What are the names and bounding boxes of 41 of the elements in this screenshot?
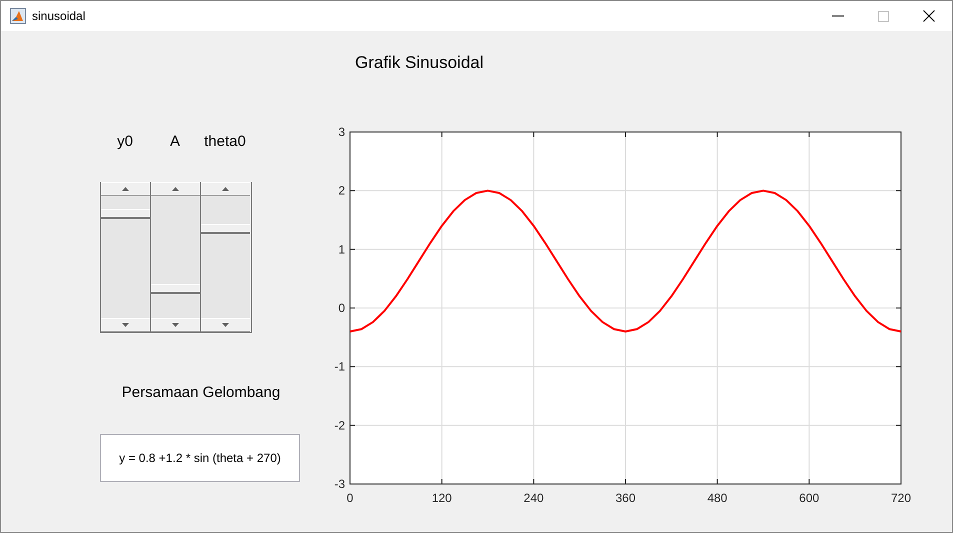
down-arrow-icon <box>122 323 129 327</box>
decrement-button[interactable] <box>101 318 150 332</box>
y-tick-label: -1 <box>334 360 345 374</box>
y-tick-label: 2 <box>338 184 345 198</box>
vertical-slider[interactable] <box>150 182 200 332</box>
slider-thumb[interactable] <box>101 208 150 219</box>
vertical-slider[interactable] <box>100 182 150 332</box>
slider-thumb[interactable] <box>151 284 200 294</box>
vertical-slider[interactable] <box>200 182 250 332</box>
y-tick-label: 1 <box>338 242 345 256</box>
x-tick-label: 600 <box>799 491 820 505</box>
decrement-button[interactable] <box>151 318 200 332</box>
increment-button[interactable] <box>151 182 200 196</box>
down-arrow-icon <box>172 323 179 327</box>
y-tick-label: 0 <box>338 301 345 315</box>
x-tick-label: 360 <box>615 491 636 505</box>
slider-label: theta0 <box>203 132 247 152</box>
window-title: sinusoidal <box>32 9 86 23</box>
slider-thumb[interactable] <box>201 224 250 234</box>
up-arrow-icon <box>222 187 229 191</box>
down-arrow-icon <box>222 323 229 327</box>
y-tick-label: -3 <box>334 477 345 491</box>
slider-label: A <box>168 132 181 152</box>
plot-title: Grafik Sinusoidal <box>355 53 484 72</box>
increment-button[interactable] <box>101 182 150 196</box>
app-icon <box>10 8 26 24</box>
y-tick-label: -2 <box>334 418 345 432</box>
decrement-button[interactable] <box>201 318 250 332</box>
x-tick-label: 720 <box>890 491 912 505</box>
y-tick-label: 3 <box>338 125 345 139</box>
x-tick-label: 120 <box>432 491 452 505</box>
x-tick-label: 0 <box>346 491 354 505</box>
equation-label: Persamaan Gelombang <box>120 383 282 403</box>
slider-label: y0 <box>116 132 134 152</box>
equation-field: y = 0.8 +1.2 * sin (theta + 270) <box>100 434 300 482</box>
close-icon[interactable] <box>923 10 935 22</box>
x-tick-label: 480 <box>707 491 728 505</box>
up-arrow-icon <box>122 187 129 191</box>
up-arrow-icon <box>172 187 179 191</box>
x-tick-label: 240 <box>524 491 544 505</box>
increment-button[interactable] <box>201 182 250 196</box>
